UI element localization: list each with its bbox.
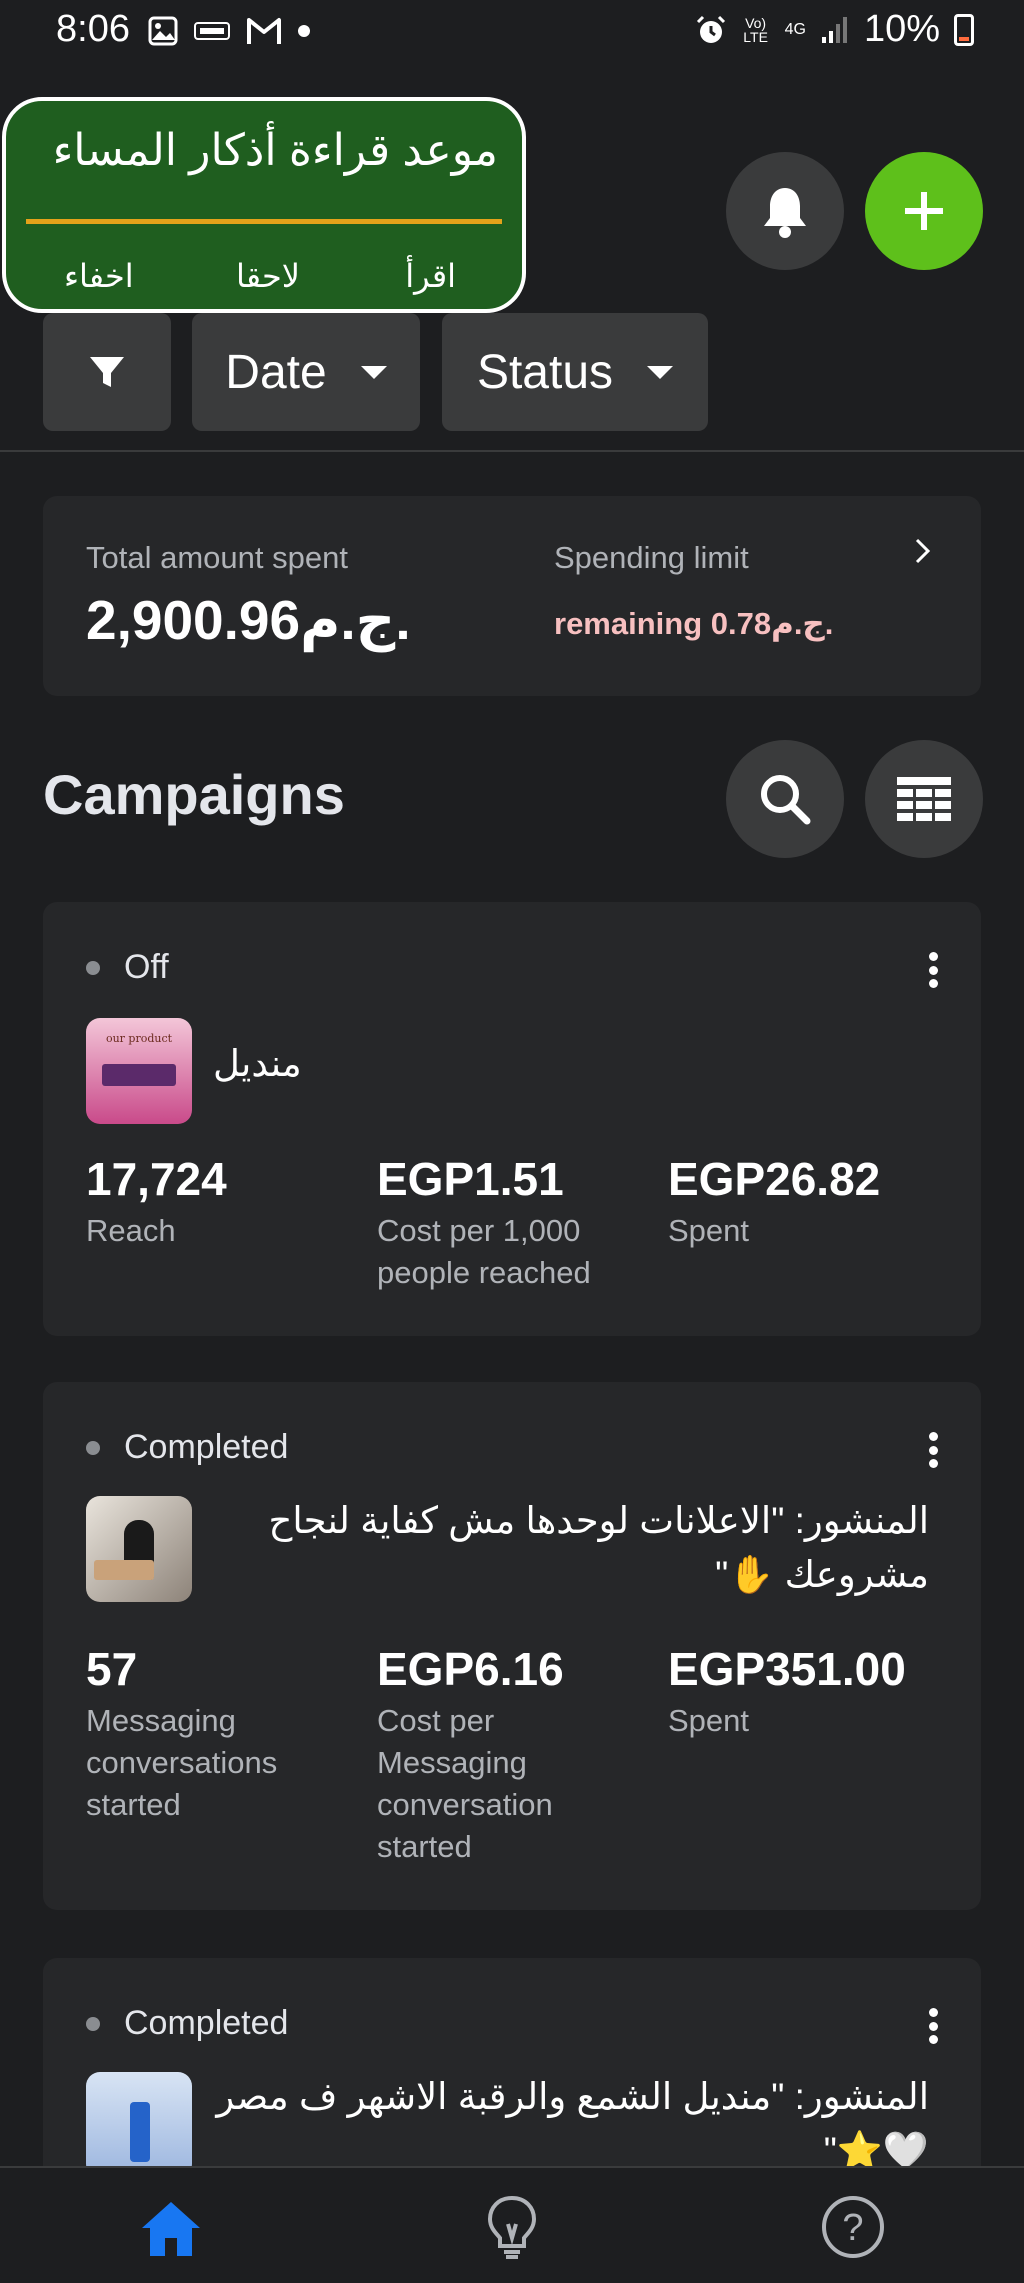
campaign-status: Completed: [124, 2004, 289, 2042]
status-filter-dropdown[interactable]: Status: [442, 313, 708, 431]
reminder-hide-button[interactable]: اخفاء: [64, 257, 134, 295]
reminder-read-button[interactable]: اقرأ: [405, 257, 456, 295]
search-button[interactable]: [726, 740, 844, 858]
volte-icon: Vo) LTE: [743, 14, 768, 45]
create-campaign-button[interactable]: [865, 152, 983, 270]
lightbulb-icon[interactable]: [486, 2194, 538, 2260]
status-right: Vo) LTE 4G 10%: [695, 8, 974, 51]
campaign-card[interactable]: Completed المنشور: "الاعلانات لوحدها مش …: [43, 1382, 981, 1910]
date-filter-label: Date: [225, 345, 327, 399]
status-filter-label: Status: [476, 345, 614, 399]
chevron-right-icon[interactable]: [913, 536, 933, 566]
battery-percent: 10%: [863, 8, 940, 50]
filter-icon: [90, 357, 124, 387]
reminder-later-button[interactable]: لاحقا: [236, 257, 300, 295]
metric-label: Spent: [668, 1213, 750, 1248]
metric-label: Messaging conversations started: [86, 1703, 278, 1822]
reminder-divider: [26, 219, 502, 224]
remaining-amount: remaining 0.78ج.م.: [554, 606, 834, 641]
thumbnail-text: our product: [105, 1032, 173, 1045]
filter-button[interactable]: [43, 313, 171, 431]
notifications-button[interactable]: [726, 152, 844, 270]
notification-icons: [148, 16, 310, 46]
dot-icon: [298, 25, 310, 37]
search-icon: [761, 775, 811, 825]
campaign-name: المنشور: "الاعلانات لوحدها مش كفاية لنجا…: [268, 1500, 929, 1595]
plus-icon: [905, 192, 943, 230]
reminder-title: موعد قراءة أذكار المساء: [52, 126, 498, 175]
table-view-button[interactable]: [865, 740, 983, 858]
total-spent-label: Total amount spent: [86, 540, 348, 575]
header-divider: [0, 450, 1024, 452]
bottom-navigation: ?: [0, 2166, 1024, 2283]
metric-label: Spent: [668, 1703, 750, 1738]
campaigns-title: Campaigns: [43, 763, 345, 826]
battery-icon: [954, 13, 974, 46]
gallery-icon: [148, 16, 178, 46]
campaign-thumbnail: [86, 2072, 192, 2178]
bell-icon: [764, 188, 806, 238]
campaign-thumbnail: [86, 1496, 192, 1602]
status-dot: [86, 2017, 100, 2031]
status-time: 8:06: [56, 8, 130, 50]
metric-value: 57: [86, 1643, 138, 1695]
metric-label: Cost per Messaging conversation started: [377, 1703, 553, 1864]
home-icon[interactable]: [138, 2198, 204, 2258]
alarm-icon: [696, 15, 725, 43]
metric-value: EGP6.16: [377, 1643, 564, 1695]
campaign-name: منديل: [213, 1043, 302, 1084]
campaign-card[interactable]: Off our product منديل 17,724 Reach EGP1.…: [43, 902, 981, 1336]
more-options-icon[interactable]: [911, 2004, 955, 2048]
date-filter-dropdown[interactable]: Date: [192, 313, 420, 431]
campaign-status: Completed: [124, 1428, 289, 1466]
metric-value: EGP351.00: [668, 1643, 906, 1695]
more-options-icon[interactable]: [911, 948, 955, 992]
table-icon: [897, 777, 951, 821]
help-icon[interactable]: ?: [820, 2194, 886, 2260]
metric-label: Cost per 1,000 people reached: [377, 1213, 591, 1290]
chevron-down-icon: [360, 365, 387, 379]
svg-text:?: ?: [842, 2207, 863, 2249]
status-bar: 8:06 Vo) LTE 4G 10%: [0, 0, 1024, 66]
campaign-status: Off: [124, 948, 169, 986]
4g-icon: 4G: [784, 20, 806, 38]
news-icon: [194, 22, 230, 40]
status-dot: [86, 1441, 100, 1455]
metric-value: EGP26.82: [668, 1153, 881, 1205]
metric-label: Reach: [86, 1213, 176, 1248]
prayer-reminder-popup[interactable]: موعد قراءة أذكار المساء اقرأ لاحقا اخفاء: [2, 97, 526, 313]
spending-limit-label: Spending limit: [554, 540, 749, 575]
campaign-name: المنشور: "منديل الشمع والرقبة الاشهر ف م…: [216, 2076, 929, 2171]
metric-value: EGP1.51: [377, 1153, 564, 1205]
total-spent-value: 2,900.96ج.م.: [86, 589, 411, 651]
metric-value: 17,724: [86, 1153, 227, 1205]
signal-icon: [821, 16, 847, 43]
status-dot: [86, 961, 100, 975]
more-options-icon[interactable]: [911, 1428, 955, 1472]
campaign-thumbnail: our product: [86, 1018, 192, 1124]
gmail-icon: [247, 18, 281, 44]
chevron-down-icon: [647, 365, 674, 379]
spending-summary-card[interactable]: Total amount spent 2,900.96ج.م. Spending…: [43, 496, 981, 696]
